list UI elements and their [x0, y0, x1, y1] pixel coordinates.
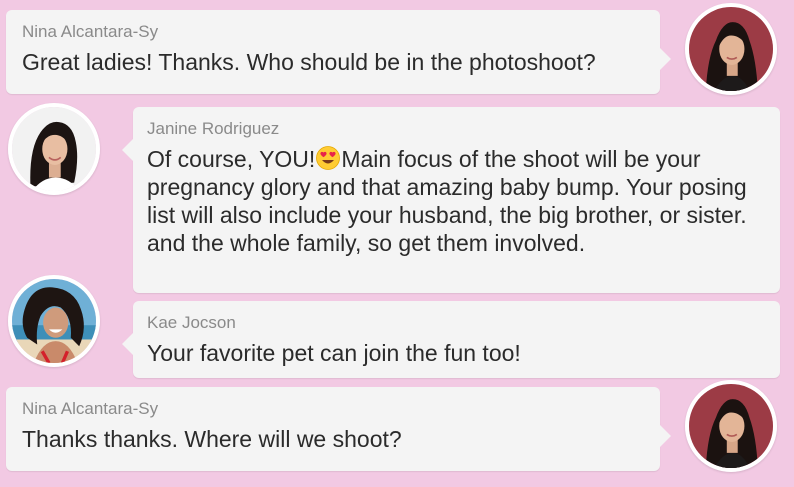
message-bubble-outgoing: Nina Alcantara-Sy Great ladies! Thanks. …: [6, 10, 671, 94]
sender-name: Nina Alcantara-Sy: [22, 399, 159, 418]
sender-name: Kae Jocson: [147, 313, 236, 332]
message-text: Your favorite pet can join the fun too!: [147, 340, 521, 366]
sender-name: Janine Rodriguez: [147, 119, 280, 138]
message-bubble-outgoing: Nina Alcantara-Sy Thanks thanks. Where w…: [6, 387, 671, 471]
message-bubble-incoming: Janine Rodriguez Of course, YOU! Main fo…: [122, 107, 780, 293]
avatar-nina[interactable]: [685, 380, 777, 472]
avatar-janine-image: [12, 107, 96, 191]
avatar-kae[interactable]: [8, 275, 100, 367]
avatar-nina-image: [689, 384, 773, 468]
message-text: Of course, YOU! Main focus of the shoot …: [147, 145, 766, 257]
message-text: Great ladies! Thanks. Who should be in t…: [22, 49, 596, 75]
avatar-kae-image: [12, 279, 96, 363]
message-text-part: Of course, YOU!: [147, 146, 316, 172]
message-bubble-incoming: Kae Jocson Your favorite pet can join th…: [122, 301, 780, 378]
heart-eyes-emoji-icon: [316, 146, 341, 170]
avatar-nina-image: [689, 7, 773, 91]
message-text: Thanks thanks. Where will we shoot?: [22, 426, 402, 452]
sender-name: Nina Alcantara-Sy: [22, 22, 159, 41]
avatar-nina[interactable]: [685, 3, 777, 95]
avatar-janine[interactable]: [8, 103, 100, 195]
